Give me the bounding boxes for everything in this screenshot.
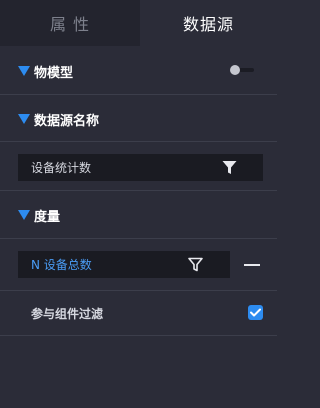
divider xyxy=(0,238,277,239)
section-title-datasource-name: 数据源名称 xyxy=(34,113,100,129)
section-header-model[interactable]: 物模型 xyxy=(18,62,74,81)
section-title-measure: 度量 xyxy=(34,209,61,225)
tab-bar: 属 性 数据源 xyxy=(0,0,277,46)
filter-participation-label: 参与组件过滤 xyxy=(31,307,104,321)
triangle-down-icon xyxy=(18,210,30,220)
datasource-name-field[interactable]: 设备统计数 xyxy=(18,154,263,181)
section-header-datasource-name[interactable]: 数据源名称 xyxy=(18,110,100,129)
triangle-down-icon xyxy=(18,66,30,76)
divider xyxy=(0,290,277,291)
triangle-down-icon xyxy=(18,114,30,124)
divider xyxy=(0,141,277,142)
datasource-panel: 属 性 数据源 物模型 数据源名称 设备统计数 度量 N 设备总数 参与组件过滤 xyxy=(0,0,277,408)
model-toggle-switch[interactable] xyxy=(230,65,254,75)
filter-participation-checkbox[interactable] xyxy=(248,305,263,320)
remove-measure-minus-icon[interactable] xyxy=(244,264,260,266)
filter-icon[interactable] xyxy=(221,159,238,176)
measure-field[interactable]: N 设备总数 xyxy=(18,251,230,278)
tab-properties[interactable]: 属 性 xyxy=(0,0,140,46)
tab-datasource[interactable]: 数据源 xyxy=(140,0,277,46)
filter-icon[interactable] xyxy=(187,256,204,273)
section-title-model: 物模型 xyxy=(34,65,74,81)
divider xyxy=(0,94,277,95)
check-icon xyxy=(250,308,261,317)
divider xyxy=(0,190,277,191)
empty-area xyxy=(0,336,277,408)
toggle-knob xyxy=(230,65,240,75)
section-header-measure[interactable]: 度量 xyxy=(18,206,61,225)
